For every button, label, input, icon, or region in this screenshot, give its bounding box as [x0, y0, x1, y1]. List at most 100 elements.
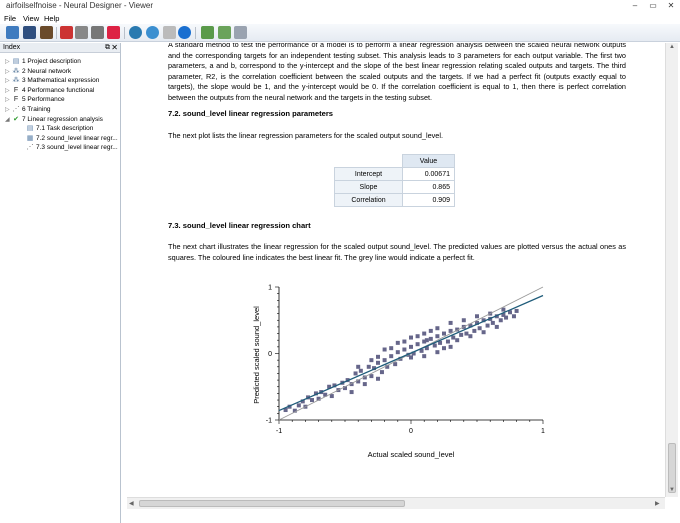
close-panel-icon[interactable]: ✕	[111, 43, 118, 52]
index-item[interactable]: ⋰ 7.3 sound_level linear regr...	[19, 143, 118, 152]
data-point	[442, 346, 446, 351]
menu-help[interactable]: Help	[44, 14, 59, 23]
index-header: Index ⧉ ✕	[0, 43, 120, 53]
toolbar-separator	[56, 27, 57, 39]
index-item[interactable]: ▷ F 5 Performance	[5, 95, 65, 104]
data-point	[442, 331, 446, 336]
x-axis-label: Actual scaled sound_level	[368, 450, 455, 459]
value-correlation: 0.909	[402, 193, 455, 207]
info-icon[interactable]	[178, 26, 191, 39]
network-icon: ⁂	[12, 77, 20, 85]
data-point	[435, 326, 440, 331]
index-item-label: 7 Linear regression analysis	[22, 115, 103, 123]
index-item[interactable]: ▷ ⁂ 2 Neural network	[5, 67, 71, 76]
index-item-label: 7.1 Task description	[36, 125, 94, 133]
window-titlebar: airfoilselfnoise - Neural Designer - Vie…	[0, 0, 680, 13]
globe-icon[interactable]	[146, 26, 159, 39]
menu-file[interactable]: File	[4, 14, 16, 23]
vertical-scroll-thumb[interactable]	[668, 443, 676, 493]
scroll-right-icon[interactable]: ▶	[655, 500, 660, 507]
scroll-down-icon[interactable]: ▼	[669, 487, 675, 493]
edit-icon[interactable]	[40, 26, 53, 39]
menu-bar: File View Help	[0, 13, 680, 24]
window-icon[interactable]	[234, 26, 247, 39]
index-item[interactable]: ▷ ⁂ 3 Mathematical expression	[5, 76, 99, 85]
window-title: airfoilselfnoise - Neural Designer - Vie…	[6, 1, 154, 10]
y-axis-label: Predicted scaled sound_level	[252, 306, 261, 404]
data-point	[422, 354, 427, 359]
index-item[interactable]: ▷ ▤ 1 Project description	[5, 57, 81, 66]
chart-lines	[278, 286, 544, 421]
menu-view[interactable]: View	[23, 14, 39, 23]
pdf-icon[interactable]	[107, 26, 120, 39]
report-icon[interactable]	[60, 26, 73, 39]
row-label-correlation: Correlation	[334, 193, 403, 207]
data-point	[481, 330, 486, 335]
toolbar-separator	[195, 27, 196, 39]
minimize-icon[interactable]: –	[630, 1, 640, 11]
print-icon[interactable]	[75, 26, 88, 39]
section-7-2-text: The next plot lists the linear regressio…	[168, 131, 444, 140]
data-point	[451, 335, 456, 340]
function-icon: F	[13, 96, 19, 104]
data-point	[382, 358, 387, 363]
horizontal-scroll-thumb[interactable]	[139, 500, 405, 507]
index-item-label: 6 Training	[22, 106, 51, 113]
expand-arrow-icon[interactable]: ◢	[5, 116, 12, 125]
chart-icon: ⋰	[26, 144, 34, 152]
horizontal-scrollbar[interactable]: ◀ ▶	[127, 497, 665, 509]
data-point	[445, 339, 450, 344]
scroll-left-icon[interactable]: ◀	[129, 500, 134, 507]
row-label-slope: Slope	[334, 180, 403, 194]
x-tick-label: 0	[409, 428, 413, 435]
index-item[interactable]: ▦ 7.2 sound_level linear regr...	[19, 134, 118, 143]
data-point	[349, 390, 354, 395]
export-icon[interactable]	[201, 26, 214, 39]
pencil-icon[interactable]	[163, 26, 176, 39]
data-point	[514, 308, 519, 313]
training-icon: ⋰	[12, 106, 20, 113]
table-header-value: Value	[402, 154, 455, 168]
checkmark-icon: ✔	[13, 115, 19, 123]
data-point	[415, 334, 420, 339]
data-point	[485, 323, 490, 328]
settings-icon[interactable]	[129, 26, 142, 39]
data-point	[395, 350, 400, 355]
table-corner	[335, 155, 403, 168]
intro-paragraph: A standard method to test the performanc…	[168, 43, 626, 102]
data-point	[448, 344, 453, 349]
y-tick-label: 0	[268, 351, 272, 358]
data-point	[393, 362, 398, 367]
data-point	[382, 347, 387, 352]
index-item[interactable]: ▷ F 4 Performance functional	[5, 86, 94, 95]
y-tick-label: 1	[268, 285, 272, 292]
close-icon[interactable]: ✕	[666, 1, 676, 11]
regression-parameters-table: Value Intercept 0.00671 Slope 0.865 Corr…	[334, 154, 455, 207]
section-7-3-text: The next chart illustrates the linear re…	[168, 242, 626, 262]
pin-icon[interactable]: ⧉	[105, 44, 110, 52]
data-point	[296, 403, 301, 408]
data-point	[366, 364, 371, 369]
index-item-label: 4 Performance functional	[22, 86, 95, 94]
data-point	[369, 374, 374, 379]
new-icon[interactable]	[6, 26, 19, 39]
data-point	[376, 354, 380, 359]
best-fit-line	[278, 294, 544, 412]
index-item-label: 1 Project description	[22, 58, 81, 65]
index-item[interactable]: ▤ 7.1 Task description	[19, 124, 94, 133]
data-point	[468, 334, 473, 339]
index-item[interactable]: ▷ ⋰ 6 Training	[5, 105, 51, 114]
maximize-icon[interactable]: ▭	[648, 1, 658, 11]
data-point	[409, 344, 413, 349]
index-item[interactable]: ◢ ✔ 7 Linear regression analysis	[5, 115, 103, 124]
data-point	[435, 334, 440, 339]
print-preview-icon[interactable]	[91, 26, 104, 39]
table-icon[interactable]	[218, 26, 231, 39]
table-row: Slope 0.865	[334, 180, 455, 194]
data-point	[389, 346, 394, 351]
document-icon: ▤	[12, 58, 20, 65]
save-icon[interactable]	[23, 26, 36, 39]
vertical-scrollbar[interactable]: ▲ ▼	[665, 43, 678, 497]
scroll-up-icon[interactable]: ▲	[669, 44, 675, 50]
document-icon: ▤	[26, 125, 34, 133]
